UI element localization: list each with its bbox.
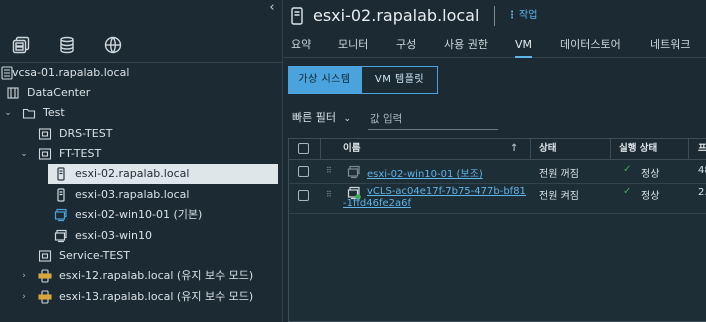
drag-handle-icon[interactable]: ⠿	[326, 190, 332, 199]
row-checkbox[interactable]	[298, 190, 309, 201]
tree-node-host-esxi-02[interactable]: esxi-02.rapalab.local	[48, 164, 278, 184]
host-icon	[291, 7, 303, 25]
vm-state: 전원 꺼짐	[539, 169, 579, 180]
vm-datagrid: 이름 ↑ 상태 실행 상태 프 ⠿ esxi-02-win10-01 (보조) …	[288, 138, 706, 322]
tree-node-label: esxi-03-win10	[75, 229, 153, 242]
vm-provisioned: 48	[698, 165, 706, 176]
object-detail-pane: esxi-02.rapalab.local ⋮ 작업 요약 모니터 구성 사용 권…	[284, 0, 706, 322]
host-icon	[54, 167, 68, 181]
tree-node-label: DataCenter	[27, 86, 91, 99]
expand-caret-icon[interactable]: ⌄	[18, 144, 30, 164]
tree-node-label: esxi-13.rapalab.local (유지 보수 모드)	[59, 290, 254, 303]
column-header-state[interactable]: 상태	[539, 139, 556, 159]
host-maintenance-icon	[38, 290, 52, 304]
expand-caret-icon[interactable]: ⌄	[2, 103, 14, 123]
row-checkbox[interactable]	[298, 166, 309, 177]
quick-filter-label: 빠른 필터	[292, 111, 336, 124]
network-icon[interactable]	[104, 36, 122, 54]
tree-node-label: esxi-02-win10-01 (기본)	[75, 208, 203, 221]
inventory-navigator: ‹ vcsa-01.rapalab.local DataCenter ⌄ Tes…	[0, 0, 283, 322]
column-header-name[interactable]: 이름	[343, 139, 360, 159]
tree-node-label: Service-TEST	[59, 249, 130, 262]
column-header-status[interactable]: 실행 상태	[619, 139, 657, 159]
tab-monitor[interactable]: 모니터	[338, 34, 368, 58]
vm-status: 정상	[641, 169, 660, 180]
page-title: esxi-02.rapalab.local	[313, 6, 480, 25]
tree-node-label: FT-TEST	[59, 147, 102, 160]
storage-icon[interactable]	[58, 36, 76, 54]
tree-node-label: esxi-03.rapalab.local	[75, 188, 190, 201]
vm-ft-secondary-icon	[347, 165, 361, 179]
quick-filter-dropdown[interactable]: 빠른 필터 ⌄	[292, 108, 351, 128]
more-vertical-icon: ⋮	[507, 10, 517, 21]
select-all-checkbox[interactable]	[298, 143, 309, 154]
vm-provisioned: 2.	[698, 187, 706, 198]
check-icon: ✓	[623, 186, 632, 197]
tab-configure[interactable]: 구성	[396, 34, 416, 58]
column-header-provisioned[interactable]: 프	[698, 139, 706, 159]
chevron-down-icon: ⌄	[343, 114, 352, 124]
subtab-vm-templates[interactable]: VM 템플릿	[361, 66, 438, 94]
actions-menu-button[interactable]: ⋮ 작업	[507, 6, 537, 26]
datacenter-icon	[6, 86, 20, 100]
tree-node-vcenter[interactable]: vcsa-01.rapalab.local	[0, 63, 278, 83]
table-row[interactable]: ⠿ esxi-02-win10-01 (보조) 전원 꺼짐 ✓ 정상 48	[289, 160, 706, 184]
tab-networks[interactable]: 네트워크	[650, 34, 690, 58]
tab-permissions[interactable]: 사용 권한	[444, 34, 488, 58]
tree-node-label: esxi-12.rapalab.local (유지 보수 모드)	[59, 269, 254, 282]
header-divider	[494, 6, 495, 26]
tree-node-label: vcsa-01.rapalab.local	[12, 66, 130, 79]
tree-node-label: DRS-TEST	[59, 127, 113, 140]
datagrid-header: 이름 ↑ 상태 실행 상태 프	[289, 139, 706, 160]
column-divider	[610, 139, 611, 159]
tab-datastores[interactable]: 데이터스토어	[560, 34, 621, 58]
tree-node-cluster-drs-test[interactable]: DRS-TEST	[0, 124, 278, 144]
tree-node-host-esxi-03[interactable]: esxi-03.rapalab.local	[0, 185, 278, 205]
table-row[interactable]: ⠿ vCLS-ac04e17f-7b75-477b-bf81 -1ffd46fe…	[289, 184, 706, 214]
collapsed-caret-icon[interactable]: ›	[18, 266, 30, 286]
cluster-icon	[38, 127, 52, 141]
vm-state: 전원 켜짐	[539, 191, 579, 202]
sort-ascending-icon[interactable]: ↑	[510, 139, 518, 159]
tab-vms[interactable]: VM	[515, 34, 533, 58]
tree-node-vm-esxi-02-win10-01[interactable]: esxi-02-win10-01 (기본)	[0, 205, 278, 225]
vm-ft-primary-icon	[54, 208, 68, 222]
tree-node-cluster-ft-test[interactable]: ⌄ FT-TEST	[0, 144, 278, 164]
tree-node-cluster-service-test[interactable]: Service-TEST	[0, 246, 278, 266]
vm-name-link[interactable]: vCLS-ac04e17f-7b75-477b-bf81	[367, 186, 526, 198]
tree-node-host-esxi-13[interactable]: › esxi-13.rapalab.local (유지 보수 모드)	[0, 287, 278, 307]
filter-value-input[interactable]	[368, 108, 498, 130]
collapse-pane-icon[interactable]: ‹	[264, 0, 280, 16]
tree-node-datacenter[interactable]: DataCenter	[0, 83, 278, 103]
column-divider	[320, 139, 321, 159]
host-maintenance-icon	[38, 269, 52, 283]
subtab-virtual-machines[interactable]: 가상 시스템	[288, 66, 361, 94]
vm-status: 정상	[641, 191, 660, 202]
object-tabs: 요약 모니터 구성 사용 권한 VM 데이터스토어 네트워크	[284, 34, 706, 58]
vm-name-link-continued[interactable]: -1ffd46fe2a6f	[343, 198, 411, 210]
folder-icon	[22, 106, 36, 120]
collapsed-caret-icon[interactable]: ›	[18, 287, 30, 307]
actions-label: 작업	[519, 10, 538, 21]
tree-node-vm-esxi-03-win10[interactable]: esxi-03-win10	[0, 226, 278, 246]
tree-node-label: Test	[43, 106, 65, 119]
tab-summary[interactable]: 요약	[291, 34, 311, 58]
column-divider	[530, 139, 531, 159]
tree-node-host-esxi-12[interactable]: › esxi-12.rapalab.local (유지 보수 모드)	[0, 266, 278, 286]
vm-icon	[54, 229, 68, 243]
vm-name-link[interactable]: esxi-02-win10-01 (보조)	[367, 165, 483, 180]
tree-node-label: esxi-02.rapalab.local	[75, 167, 190, 180]
hosts-clusters-icon[interactable]	[12, 36, 30, 54]
drag-handle-icon[interactable]: ⠿	[326, 166, 332, 175]
host-icon	[54, 188, 68, 202]
cluster-icon	[38, 249, 52, 263]
tree-node-folder-test[interactable]: ⌄ Test	[0, 103, 278, 123]
check-icon: ✓	[623, 164, 632, 175]
cluster-icon	[38, 147, 52, 161]
column-divider	[688, 139, 689, 159]
